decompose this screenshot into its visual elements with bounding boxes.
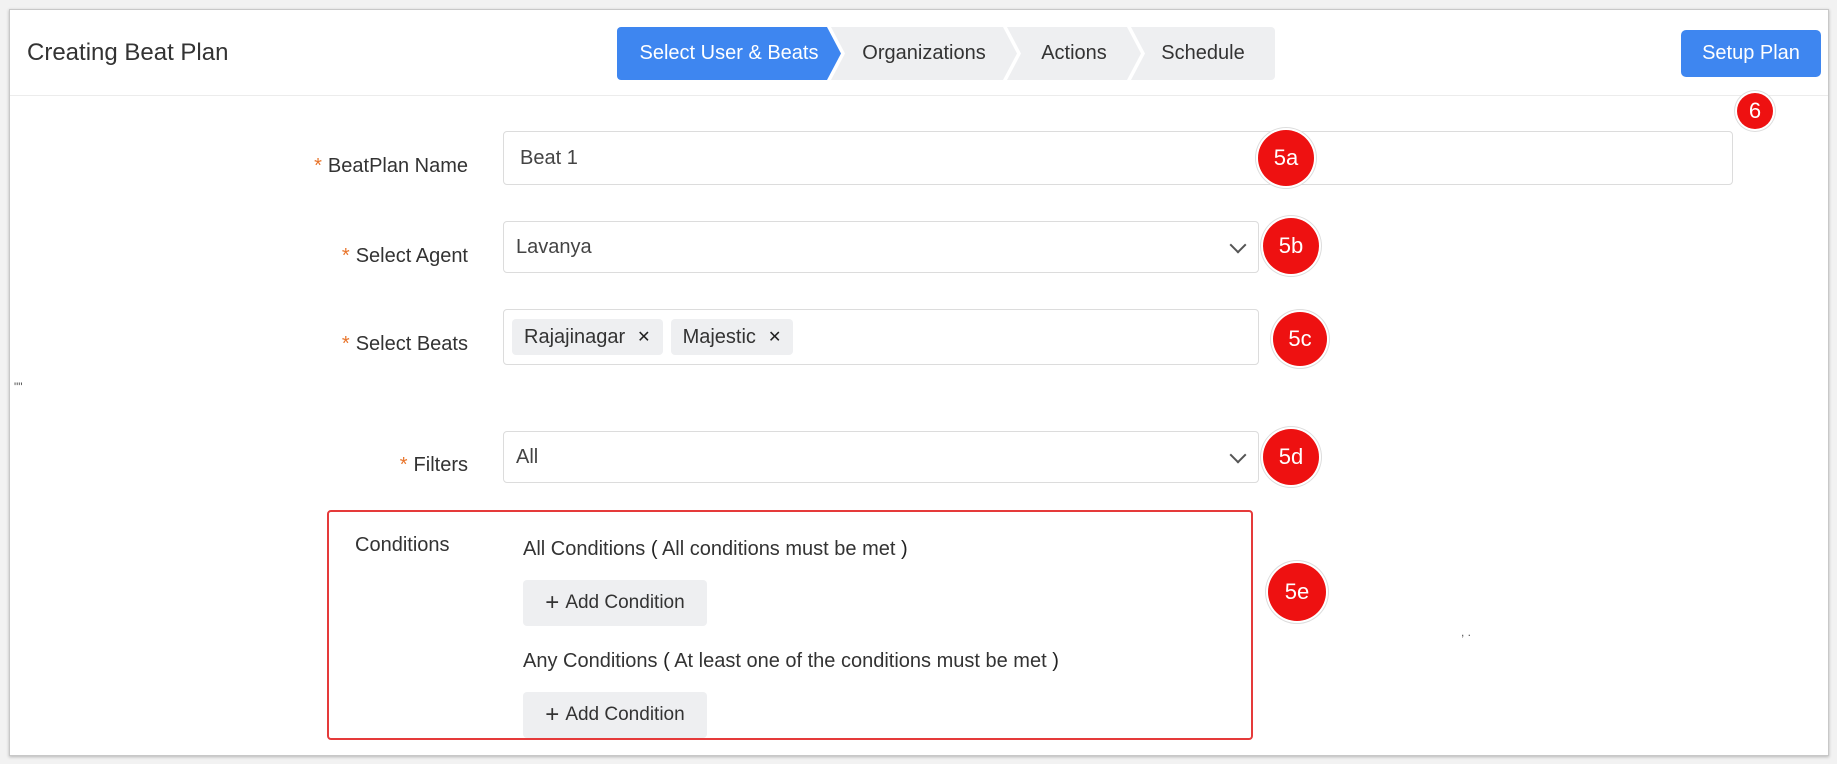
add-any-condition-button[interactable]: + Add Condition [523, 692, 707, 738]
step-schedule[interactable]: Schedule [1131, 27, 1275, 80]
chevron-down-icon [1229, 446, 1247, 464]
select-agent-value: Lavanya [516, 235, 592, 258]
filters-label: * Filters [399, 454, 468, 476]
annotation-badge-5b: 5b [1263, 218, 1319, 274]
annotation-badge-6: 6 [1737, 93, 1773, 129]
stray-mark: "" [14, 380, 23, 394]
all-conditions-heading: All Conditions ( All conditions must be … [523, 538, 908, 560]
filters-value: All [516, 445, 539, 468]
beat-tag: Rajajinagar ✕ [512, 319, 663, 355]
select-beats-label: * Select Beats [341, 333, 468, 355]
plus-icon: + [545, 701, 560, 728]
annotation-badge-5e: 5e [1268, 563, 1326, 621]
step-actions[interactable]: Actions [1007, 27, 1141, 80]
conditions-label: Conditions [355, 534, 450, 556]
beat-plan-window: Creating Beat Plan Select User & Beats O… [9, 9, 1829, 756]
step-organizations[interactable]: Organizations [831, 27, 1017, 80]
beatplan-name-input[interactable]: Beat 1 [503, 131, 1733, 185]
annotation-badge-5c: 5c [1273, 312, 1327, 366]
chevron-down-icon [1229, 236, 1247, 254]
beat-tag: Majestic ✕ [670, 319, 794, 355]
select-beats-multiselect[interactable]: Rajajinagar ✕ Majestic ✕ [503, 309, 1259, 365]
header-bar: Creating Beat Plan Select User & Beats O… [10, 10, 1828, 96]
stepper: Select User & Beats Organizations Action… [617, 27, 1275, 80]
stray-mark: , . [1461, 625, 1472, 639]
beatplan-name-label: * BeatPlan Name [314, 155, 468, 177]
select-agent-label: * Select Agent [341, 245, 468, 267]
plus-icon: + [545, 589, 560, 616]
any-conditions-heading: Any Conditions ( At least one of the con… [523, 650, 1059, 672]
add-all-condition-button[interactable]: + Add Condition [523, 580, 707, 626]
annotation-badge-5a: 5a [1258, 130, 1314, 186]
step-select-user-beats[interactable]: Select User & Beats [617, 27, 841, 80]
conditions-section: Conditions All Conditions ( All conditio… [327, 510, 1253, 740]
remove-tag-icon[interactable]: ✕ [768, 327, 781, 347]
filters-dropdown[interactable]: All [503, 431, 1259, 483]
beatplan-name-value: Beat 1 [520, 146, 578, 169]
page-title: Creating Beat Plan [27, 39, 229, 66]
select-agent-dropdown[interactable]: Lavanya [503, 221, 1259, 273]
setup-plan-button[interactable]: Setup Plan [1681, 30, 1821, 77]
remove-tag-icon[interactable]: ✕ [637, 327, 650, 347]
annotation-badge-5d: 5d [1263, 429, 1319, 485]
